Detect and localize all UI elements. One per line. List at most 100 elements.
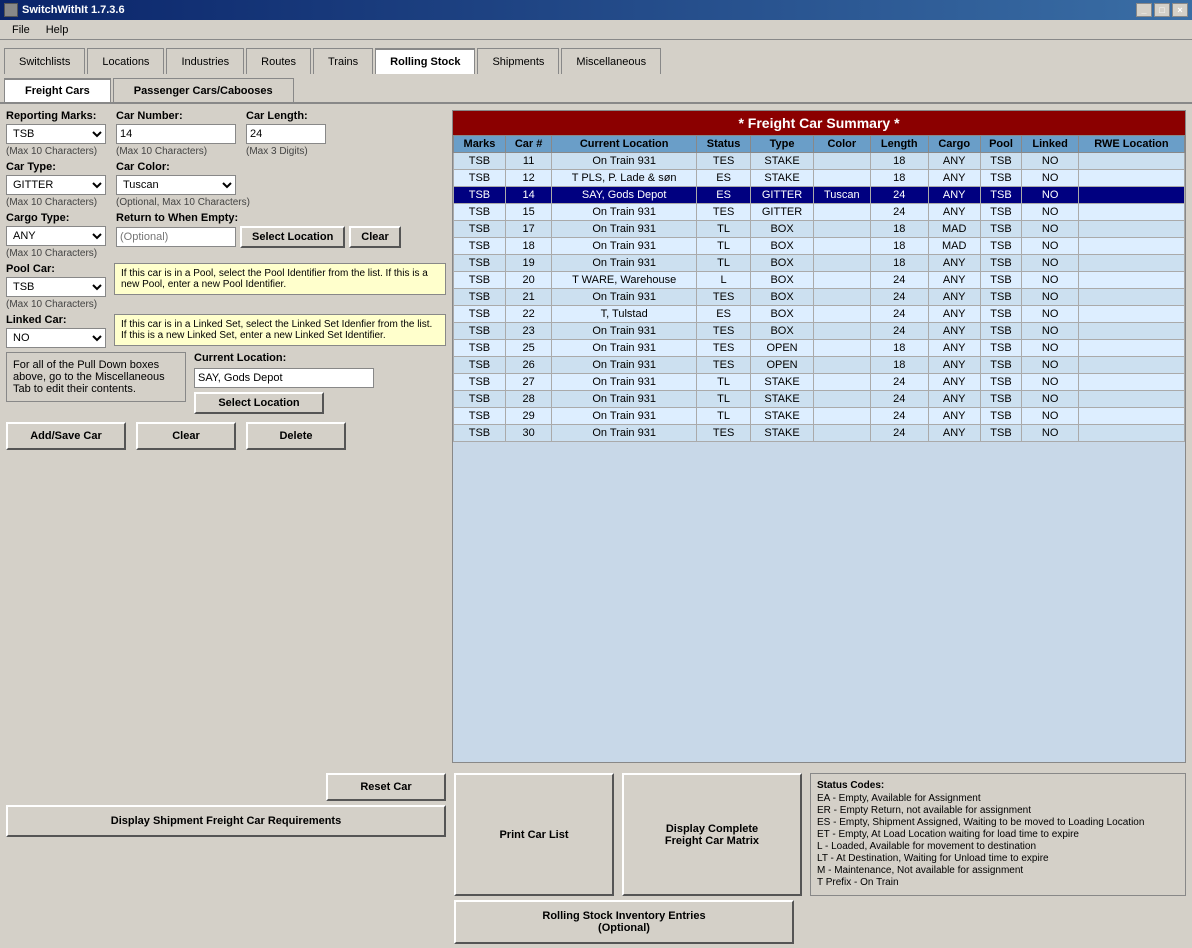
clear-btn-2[interactable]: Clear — [136, 422, 236, 450]
table-row[interactable]: TSB28On Train 931TLSTAKE24ANYTSBNO — [454, 391, 1185, 408]
table-cell: 24 — [870, 289, 928, 306]
status-codes-title: Status Codes: — [817, 780, 1179, 791]
table-cell: On Train 931 — [552, 289, 697, 306]
table-row[interactable]: TSB23On Train 931TESBOX24ANYTSBNO — [454, 323, 1185, 340]
subtab-freight-cars[interactable]: Freight Cars — [4, 78, 111, 102]
return-when-empty-input[interactable] — [116, 227, 236, 247]
car-type-select[interactable]: GITTER — [6, 175, 106, 195]
select-location-btn-1[interactable]: Select Location — [240, 226, 345, 248]
table-cell: NO — [1022, 289, 1079, 306]
car-length-field: Car Length: (Max 3 Digits) — [246, 110, 326, 157]
tab-trains[interactable]: Trains — [313, 48, 373, 74]
table-cell: 14 — [505, 187, 551, 204]
table-cell: ANY — [928, 306, 980, 323]
table-row[interactable]: TSB14SAY, Gods DepotESGITTERTuscan24ANYT… — [454, 187, 1185, 204]
current-location-input[interactable] — [194, 368, 374, 388]
table-row[interactable]: TSB21On Train 931TESBOX24ANYTSBNO — [454, 289, 1185, 306]
table-row[interactable]: TSB12T PLS, P. Lade & sønESSTAKE18ANYTSB… — [454, 170, 1185, 187]
table-cell: TL — [697, 374, 751, 391]
table-cell — [813, 357, 870, 374]
table-row[interactable]: TSB25On Train 931TESOPEN18ANYTSBNO — [454, 340, 1185, 357]
display-complete-btn[interactable]: Display Complete Freight Car Matrix — [622, 773, 802, 896]
table-row[interactable]: TSB15On Train 931TESGITTER24ANYTSBNO — [454, 204, 1185, 221]
maximize-button[interactable]: □ — [1154, 3, 1170, 17]
table-cell: ANY — [928, 187, 980, 204]
cargo-type-field: Cargo Type: ANY (Max 10 Characters) — [6, 212, 106, 259]
car-type-field: Car Type: GITTER (Max 10 Characters) — [6, 161, 106, 208]
car-number-input[interactable] — [116, 124, 236, 144]
table-cell: TSB — [980, 357, 1022, 374]
reset-car-row: Reset Car — [6, 773, 446, 801]
subtab-passenger-cars[interactable]: Passenger Cars/Cabooses — [113, 78, 294, 102]
tab-industries[interactable]: Industries — [166, 48, 244, 74]
tab-switchlists[interactable]: Switchlists — [4, 48, 85, 74]
table-row[interactable]: TSB29On Train 931TLSTAKE24ANYTSBNO — [454, 408, 1185, 425]
table-row[interactable]: TSB17On Train 931TLBOX18MADTSBNO — [454, 221, 1185, 238]
table-row[interactable]: TSB19On Train 931TLBOX18ANYTSBNO — [454, 255, 1185, 272]
print-car-list-btn[interactable]: Print Car List — [454, 773, 614, 896]
table-cell: 15 — [505, 204, 551, 221]
table-header-row: Marks Car # Current Location Status Type… — [454, 136, 1185, 153]
tab-locations[interactable]: Locations — [87, 48, 164, 74]
status-code-item: ES - Empty, Shipment Assigned, Waiting t… — [817, 817, 1179, 828]
table-cell: 26 — [505, 357, 551, 374]
menu-help[interactable]: Help — [38, 24, 77, 36]
table-cell — [1078, 425, 1184, 442]
col-linked: Linked — [1022, 136, 1079, 153]
table-cell: TSB — [980, 408, 1022, 425]
cargo-type-select[interactable]: ANY — [6, 226, 106, 246]
delete-btn[interactable]: Delete — [246, 422, 346, 450]
table-cell: TES — [697, 425, 751, 442]
reporting-marks-field: Reporting Marks: TSB (Max 10 Characters) — [6, 110, 106, 157]
table-row[interactable]: TSB11On Train 931TESSTAKE18ANYTSBNO — [454, 153, 1185, 170]
table-cell: TSB — [980, 238, 1022, 255]
table-row[interactable]: TSB26On Train 931TESOPEN18ANYTSBNO — [454, 357, 1185, 374]
tab-miscellaneous[interactable]: Miscellaneous — [561, 48, 661, 74]
info-box: For all of the Pull Down boxes above, go… — [6, 352, 186, 402]
display-shipment-btn[interactable]: Display Shipment Freight Car Requirement… — [6, 805, 446, 837]
select-location-btn-2[interactable]: Select Location — [194, 392, 324, 414]
table-cell: 20 — [505, 272, 551, 289]
add-save-btn[interactable]: Add/Save Car — [6, 422, 126, 450]
table-cell: TSB — [454, 187, 506, 204]
tab-routes[interactable]: Routes — [246, 48, 311, 74]
table-cell — [1078, 391, 1184, 408]
clear-btn-1[interactable]: Clear — [349, 226, 401, 248]
col-status: Status — [697, 136, 751, 153]
table-cell — [813, 306, 870, 323]
tab-rolling-stock[interactable]: Rolling Stock — [375, 48, 475, 74]
table-cell: STAKE — [751, 408, 814, 425]
menu-file[interactable]: File — [4, 24, 38, 36]
reset-car-btn[interactable]: Reset Car — [326, 773, 446, 801]
linked-car-label: Linked Car: — [6, 314, 106, 326]
reporting-marks-select[interactable]: TSB — [6, 124, 106, 144]
table-cell: On Train 931 — [552, 340, 697, 357]
table-cell: TSB — [454, 272, 506, 289]
rolling-stock-btn[interactable]: Rolling Stock Inventory Entries (Optiona… — [454, 900, 794, 944]
table-cell — [813, 221, 870, 238]
table-cell: BOX — [751, 323, 814, 340]
car-length-input[interactable] — [246, 124, 326, 144]
table-row[interactable]: TSB20T WARE, WarehouseLBOX24ANYTSBNO — [454, 272, 1185, 289]
table-cell — [1078, 170, 1184, 187]
car-color-select[interactable]: Tuscan — [116, 175, 236, 195]
table-cell: TSB — [454, 391, 506, 408]
table-cell: 11 — [505, 153, 551, 170]
table-cell: On Train 931 — [552, 425, 697, 442]
minimize-button[interactable]: _ — [1136, 3, 1152, 17]
pool-car-sublabel: (Max 10 Characters) — [6, 299, 106, 310]
table-row[interactable]: TSB22T, TulstadESBOX24ANYTSBNO — [454, 306, 1185, 323]
table-row[interactable]: TSB18On Train 931TLBOX18MADTSBNO — [454, 238, 1185, 255]
pool-car-select[interactable]: TSB — [6, 277, 106, 297]
table-row[interactable]: TSB27On Train 931TLSTAKE24ANYTSBNO — [454, 374, 1185, 391]
form-row-7: Add/Save Car Clear Delete — [6, 422, 446, 450]
table-cell — [1078, 221, 1184, 238]
status-code-item: M - Maintenance, Not available for assig… — [817, 865, 1179, 876]
table-cell: TES — [697, 153, 751, 170]
table-cell: T WARE, Warehouse — [552, 272, 697, 289]
table-row[interactable]: TSB30On Train 931TESSTAKE24ANYTSBNO — [454, 425, 1185, 442]
linked-car-select[interactable]: NO — [6, 328, 106, 348]
tab-shipments[interactable]: Shipments — [477, 48, 559, 74]
close-button[interactable]: × — [1172, 3, 1188, 17]
table-cell: ES — [697, 187, 751, 204]
